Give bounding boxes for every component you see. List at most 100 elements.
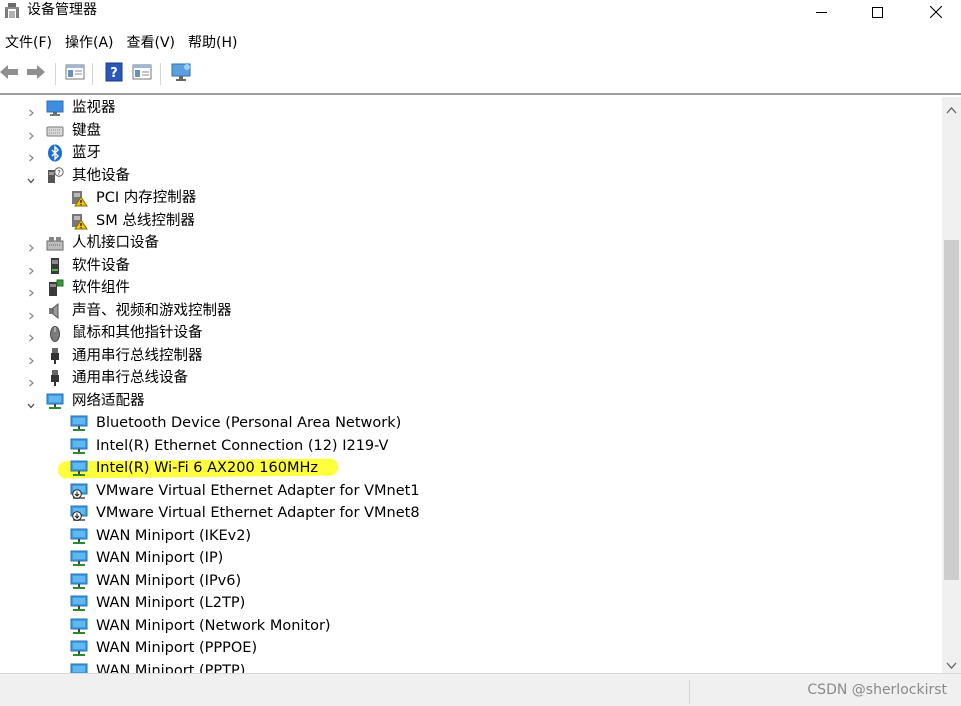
tree-node[interactable]: WAN Miniport (IP) (0, 547, 942, 569)
network-adapter-icon (70, 414, 88, 432)
bluetooth-icon (46, 144, 64, 162)
minimize-icon (815, 7, 827, 18)
chevron-right-icon[interactable] (26, 103, 36, 117)
tree-node-label: Intel(R) Wi-Fi 6 AX200 160MHz (96, 460, 318, 476)
network-adapter-icon (70, 617, 88, 635)
tree-node-label: WAN Miniport (PPPOE) (96, 640, 258, 656)
monitor-icon (170, 62, 192, 86)
tree-node[interactable]: PCI 内存控制器 (0, 187, 942, 209)
disabled-network-adapter-icon (70, 482, 88, 500)
help-icon: ? (105, 62, 123, 86)
chevron-right-icon[interactable] (26, 261, 36, 274)
tree-node[interactable]: 声音、视频和游戏控制器 (0, 300, 942, 322)
tree-node[interactable]: 监视器 (0, 97, 942, 119)
back-button[interactable] (0, 63, 20, 85)
close-button[interactable] (912, 0, 960, 24)
forward-button[interactable] (25, 63, 47, 85)
tree-node[interactable]: 蓝牙 (0, 142, 942, 164)
tree-node-label: SM 总线控制器 (96, 212, 195, 229)
tree-node[interactable]: 软件设备 (0, 255, 942, 277)
device-tree[interactable]: 监视器 键盘 蓝牙? 其他设备 PCI 内存控制器 SM 总线控制器人机接口设备软件设备软… (0, 97, 942, 673)
properties-button[interactable] (64, 63, 86, 85)
tree-node[interactable]: 通用串行总线控制器 (0, 345, 942, 367)
warning-device-icon (70, 189, 88, 207)
usb-icon (46, 347, 64, 365)
mouse-icon (46, 324, 64, 342)
tree-node[interactable]: Intel(R) Ethernet Connection (12) I219-V (0, 435, 942, 457)
toolbar-separator (92, 63, 93, 85)
chevron-down-icon[interactable] (26, 171, 36, 183)
toolbar: ? (0, 58, 961, 90)
status-bar: CSDN @sherlockirst (0, 673, 961, 706)
chevron-right-icon[interactable] (26, 328, 36, 342)
tree-node[interactable]: SM 总线控制器 (0, 210, 942, 232)
tree-node[interactable]: WAN Miniport (PPTP) (0, 660, 942, 674)
network-adapter-icon (70, 594, 88, 612)
watermark-text: CSDN @sherlockirst (807, 682, 947, 698)
chevron-right-icon[interactable] (26, 351, 36, 364)
chevron-right-icon[interactable] (26, 126, 36, 139)
tree-node[interactable]: 人机接口设备 (0, 232, 942, 254)
network-adapter-icon (70, 549, 88, 567)
tree-node-label: 软件设备 (72, 257, 130, 274)
tree-node[interactable]: Intel(R) Wi-Fi 6 AX200 160MHz (0, 457, 942, 479)
tree-node-label: 其他设备 (72, 167, 130, 184)
tree-node-label: WAN Miniport (IKEv2) (96, 527, 252, 544)
window-title: 设备管理器 (27, 2, 97, 18)
forward-arrow-icon (26, 64, 46, 84)
tree-node[interactable]: WAN Miniport (L2TP) (0, 592, 942, 614)
scroll-thumb[interactable] (944, 240, 959, 580)
status-separator (689, 680, 690, 704)
tree-node[interactable]: 鼠标和其他指针设备 (0, 322, 942, 344)
tree-node-label: WAN Miniport (PPTP) (96, 662, 246, 674)
menu-bar: 文件(F) 操作(A) 查看(V) 帮助(H) (0, 30, 245, 56)
scroll-up-icon[interactable] (946, 101, 957, 114)
tree-node[interactable]: WAN Miniport (Network Monitor) (0, 615, 942, 637)
help-button[interactable]: ? (103, 62, 125, 86)
chevron-right-icon[interactable] (26, 238, 36, 252)
view-button[interactable] (131, 63, 153, 85)
tree-node-label: PCI 内存控制器 (96, 190, 197, 206)
toolbar-separator (160, 63, 161, 85)
menu-view[interactable]: 查看(V) (122, 30, 182, 56)
network-adapter-icon (70, 437, 88, 455)
svg-text:?: ? (110, 66, 118, 81)
tree-node[interactable]: ? 其他设备 (0, 165, 942, 187)
tree-node[interactable]: Bluetooth Device (Personal Area Network) (0, 412, 942, 434)
menu-action[interactable]: 操作(A) (60, 30, 120, 56)
software-device-icon (46, 257, 64, 275)
tree-node[interactable]: VMware Virtual Ethernet Adapter for VMne… (0, 502, 942, 524)
menu-file[interactable]: 文件(F) (0, 30, 58, 56)
tree-node[interactable]: 键盘 (0, 120, 942, 142)
toolbar-divider (0, 93, 961, 95)
menu-help[interactable]: 帮助(H) (183, 30, 243, 56)
tree-node[interactable]: 通用串行总线设备 (0, 367, 942, 389)
tree-node[interactable]: VMware Virtual Ethernet Adapter for VMne… (0, 480, 942, 502)
warning-device-icon (70, 212, 88, 230)
tree-node[interactable]: 网络适配器 (0, 390, 942, 412)
tree-node[interactable]: WAN Miniport (IPv6) (0, 570, 942, 592)
chevron-down-icon[interactable] (26, 396, 36, 408)
chevron-right-icon[interactable] (26, 283, 36, 297)
network-adapter-icon (70, 639, 88, 657)
chevron-right-icon[interactable] (26, 373, 36, 387)
keyboard-icon (46, 122, 64, 140)
usb-icon (46, 369, 64, 387)
scroll-down-icon[interactable] (946, 656, 957, 669)
vertical-scrollbar[interactable] (942, 97, 961, 673)
back-arrow-icon (0, 64, 19, 84)
minimize-button[interactable] (797, 0, 845, 24)
scan-hardware-button[interactable] (170, 63, 192, 85)
software-component-icon (46, 279, 64, 297)
chevron-right-icon[interactable] (26, 306, 36, 319)
monitor-icon (46, 99, 64, 117)
unknown-device-icon: ? (46, 166, 64, 185)
maximize-button[interactable] (853, 0, 901, 24)
chevron-right-icon[interactable] (26, 148, 36, 162)
tree-node-label: VMware Virtual Ethernet Adapter for VMne… (96, 482, 420, 499)
tree-node[interactable]: 软件组件 (0, 277, 942, 299)
toolbar-separator (55, 63, 56, 85)
tree-node[interactable]: WAN Miniport (PPPOE) (0, 637, 942, 659)
speaker-icon (46, 302, 64, 320)
tree-node[interactable]: WAN Miniport (IKEv2) (0, 525, 942, 547)
